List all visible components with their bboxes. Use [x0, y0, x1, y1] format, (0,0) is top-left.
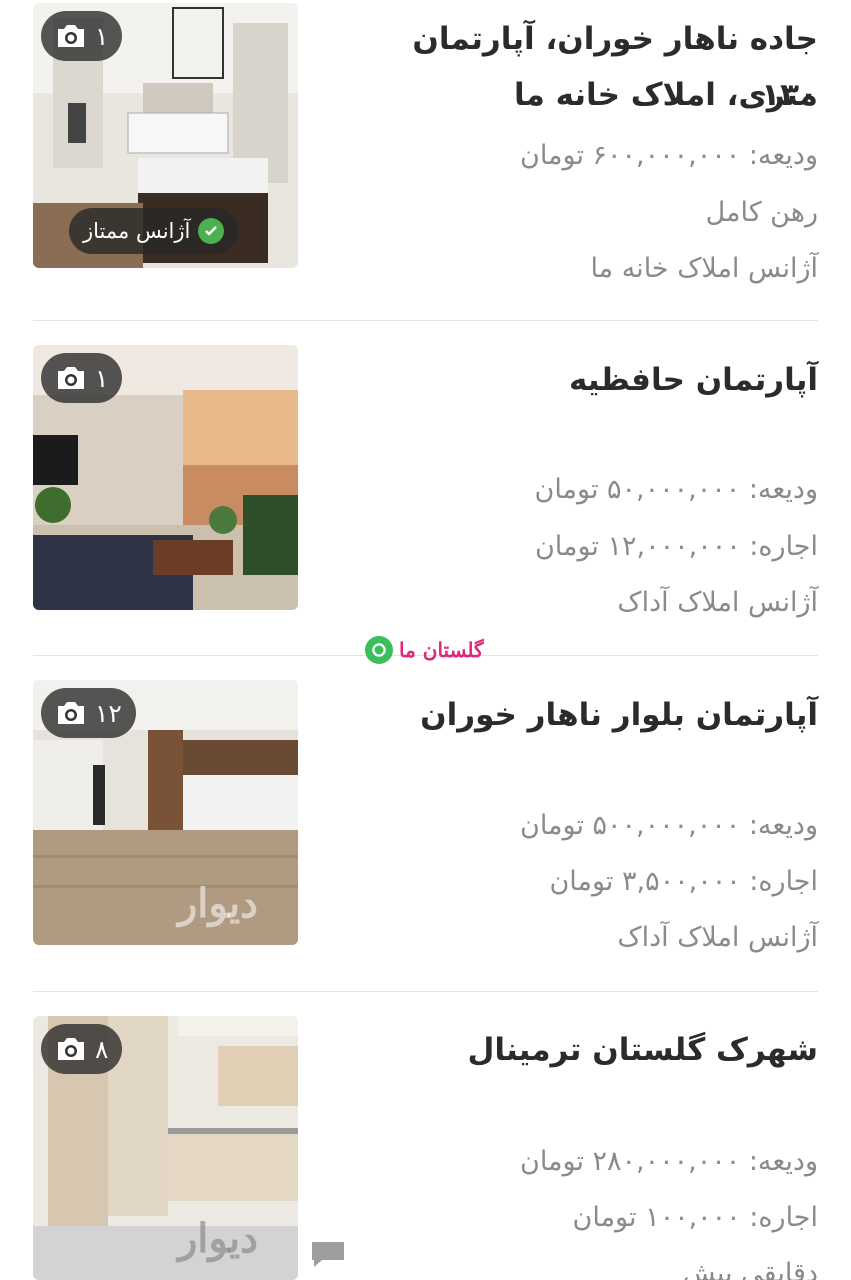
listing-card[interactable]: ۱ آژانس ممتاز جاده ناهار خوران، آپارتمان…	[33, 3, 818, 321]
badge-label: آژانس ممتاز	[83, 219, 191, 243]
listing-thumbnail[interactable]: ۸ دیوار	[33, 1016, 298, 1280]
listing-deposit: ودیعه: ۵۰,۰۰۰,۰۰۰ تومان	[534, 474, 818, 505]
watermark: دیوار	[177, 1215, 258, 1262]
listing-deposit: ودیعه: ۶۰۰,۰۰۰,۰۰۰ تومان	[519, 140, 818, 171]
listing-thumbnail[interactable]: ۱	[33, 345, 298, 610]
listing-title: آپارتمان بلوار ناهار خوران	[420, 697, 818, 733]
divider	[33, 320, 818, 321]
divider	[33, 991, 818, 992]
lion-logo-icon	[365, 636, 393, 664]
photo-count: ۱	[95, 363, 109, 393]
listing-agency: آژانس املاک آداک	[617, 922, 818, 953]
photo-count: ۱	[95, 21, 109, 51]
listing-card[interactable]: ۸ دیوار شهرک گلستان ترمینال ودیعه: ۲۸۰,۰…	[33, 1016, 818, 1280]
listing-card[interactable]: ۱۲ دیوار آپارتمان بلوار ناهار خوران ودیع…	[33, 680, 818, 992]
listing-deposit: ودیعه: ۲۸۰,۰۰۰,۰۰۰ تومان	[519, 1146, 818, 1177]
camera-icon	[58, 702, 84, 724]
listing-agency: آژانس املاک خانه ما	[590, 253, 818, 284]
premium-agency-badge: آژانس ممتاز	[69, 208, 239, 254]
listing-rent: اجاره: ۳,۵۰۰,۰۰۰ تومان	[549, 866, 818, 897]
camera-icon	[58, 367, 84, 389]
listing-title: شهرک گلستان ترمینال	[467, 1032, 818, 1068]
listing-deposit: ودیعه: ۵۰۰,۰۰۰,۰۰۰ تومان	[519, 810, 818, 841]
photo-count: ۸	[95, 1034, 109, 1064]
photo-count-pill: ۱۲	[41, 688, 136, 738]
listing-thumbnail[interactable]: ۱ آژانس ممتاز	[33, 3, 298, 268]
listing-rent: رهن کامل	[705, 197, 818, 228]
site-logo-overlay: گلستان ما	[365, 633, 484, 667]
listing-time: دقایقی پیش	[682, 1258, 818, 1280]
listing-card[interactable]: ۱ آپارتمان حافظیه ودیعه: ۵۰,۰۰۰,۰۰۰ توما…	[33, 345, 818, 657]
camera-icon	[58, 1038, 84, 1060]
listing-title-line2: متری، املاک خانه ما	[513, 77, 818, 113]
watermark: دیوار	[177, 880, 258, 927]
chat-bubble-icon[interactable]	[308, 1238, 348, 1270]
listing-title: آپارتمان حافظیه	[569, 362, 818, 398]
verified-check-icon	[198, 218, 225, 244]
camera-icon	[58, 25, 84, 47]
photo-count-pill: ۱	[41, 353, 123, 403]
photo-count-pill: ۱	[41, 11, 123, 61]
listing-agency: آژانس املاک آداک	[617, 587, 818, 618]
logo-text: گلستان ما	[399, 638, 484, 662]
photo-count: ۱۲	[95, 698, 122, 728]
photo-count-pill: ۸	[41, 1024, 123, 1074]
listing-thumbnail[interactable]: ۱۲ دیوار	[33, 680, 298, 945]
listing-rent: اجاره: ۱۲,۰۰۰,۰۰۰ تومان	[534, 531, 818, 562]
listing-rent: اجاره: ۱۰۰,۰۰۰ تومان	[572, 1202, 818, 1233]
